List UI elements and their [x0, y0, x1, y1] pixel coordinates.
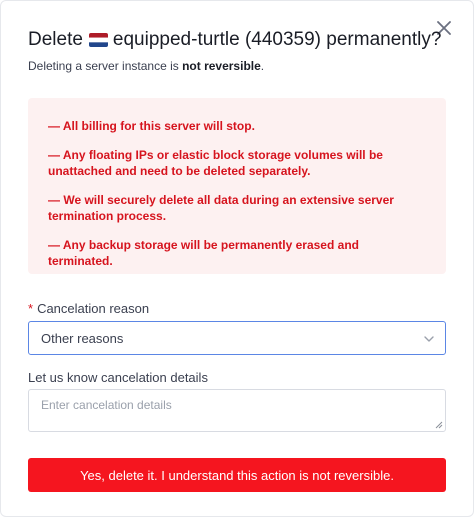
details-placeholder: Enter cancelation details [41, 398, 172, 412]
cancel-reason-label-text: Cancelation reason [37, 301, 150, 316]
netherlands-flag-icon [88, 33, 108, 47]
warning-backups: — Any backup storage will be permanently… [48, 238, 359, 268]
warning-box: — All billing for this server will stop.… [28, 98, 446, 274]
cancel-reason-value: Other reasons [41, 330, 124, 346]
subtitle-emphasis: not reversible [182, 59, 261, 73]
required-mark: * [28, 301, 34, 316]
delete-server-dialog: Delete equipped-turtle (440359) permanen… [0, 0, 474, 517]
resize-handle-icon[interactable] [435, 421, 443, 429]
warning-billing: — All billing for this server will stop. [48, 119, 255, 133]
server-name: equipped-turtle (440359) permanently? [112, 29, 442, 50]
cancel-reason-select[interactable]: Other reasons [28, 321, 446, 355]
title-prefix: Delete [28, 29, 83, 50]
confirm-delete-button[interactable]: Yes, delete it. I understand this action… [28, 458, 446, 492]
cancel-reason-label: * Cancelation reason [28, 301, 149, 316]
warning-floating-ips: — Any floating IPs or elastic block stor… [48, 148, 383, 178]
details-label: Let us know cancelation details [28, 370, 208, 385]
warning-data-deletion: — We will securely delete all data durin… [48, 193, 394, 223]
cancelation-details-textarea[interactable]: Enter cancelation details [28, 389, 446, 432]
dialog-title: Delete equipped-turtle (440359) permanen… [28, 29, 441, 51]
dialog-subtitle: Deleting a server instance is not revers… [28, 59, 264, 73]
subtitle-text: Deleting a server instance is [28, 59, 183, 73]
chevron-down-icon [424, 336, 434, 342]
subtitle-period: . [260, 59, 265, 73]
